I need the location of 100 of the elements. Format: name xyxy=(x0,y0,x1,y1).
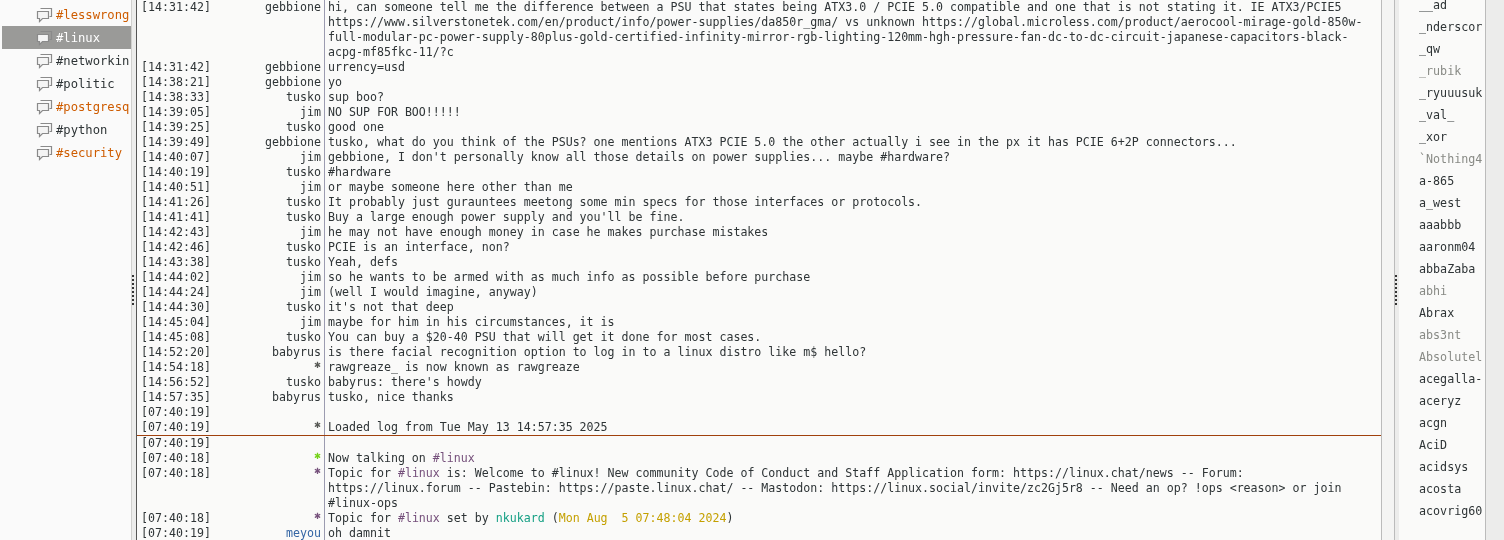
user-name[interactable]: __ad xyxy=(1399,0,1485,17)
nickname: jim xyxy=(300,285,321,299)
timestamp: [14:38:21] xyxy=(141,75,211,89)
timestamp: [14:44:02] xyxy=(141,270,211,284)
chat-bubbles-icon xyxy=(36,52,53,69)
message-text: Topic for #linux set by nkukard (Mon Aug 5 07:48:04 2024) xyxy=(328,511,734,525)
timestamp: [14:54:18] xyxy=(141,360,211,374)
user-name[interactable]: _val_ xyxy=(1399,104,1485,127)
user-name[interactable]: a-865 xyxy=(1399,170,1485,193)
nickname: gebbione xyxy=(265,75,321,89)
message-text: You can buy a $20-40 PSU that will get it done for most cases. xyxy=(328,330,762,344)
channel-name[interactable]: #postgresq xyxy=(56,99,130,114)
nickname: * xyxy=(314,420,321,434)
user-name[interactable]: acovrig60 xyxy=(1399,500,1485,523)
timestamp: [14:39:49] xyxy=(141,135,211,149)
timestamp: [14:42:43] xyxy=(141,225,211,239)
timestamp: [14:39:25] xyxy=(141,120,211,134)
chat-bubbles-icon xyxy=(36,121,53,138)
timestamp: [14:31:42] xyxy=(141,60,211,74)
timestamp: [07:40:18] xyxy=(141,451,211,465)
message-text: Buy a large enough power supply and you'll be fine. xyxy=(328,210,685,224)
user-name[interactable]: acegalla- xyxy=(1399,368,1485,391)
message-text: it's not that deep xyxy=(328,300,454,314)
user-name[interactable]: _ryuuusuk xyxy=(1399,82,1485,105)
nickname: * xyxy=(314,451,321,465)
channel-name[interactable]: #python xyxy=(56,122,108,137)
nickname: gebbione xyxy=(265,135,321,149)
user-name[interactable]: _qw xyxy=(1399,38,1485,61)
timestamp: [07:40:19] xyxy=(141,526,211,540)
nickname: gebbione xyxy=(265,60,321,74)
nickname: * xyxy=(314,466,321,480)
timestamp: [14:31:42] xyxy=(141,0,211,14)
message-text: #hardware xyxy=(328,165,391,179)
nickname: meyou xyxy=(286,526,321,540)
timestamp: [14:41:26] xyxy=(141,195,211,209)
message-text: Loaded log from Tue May 13 14:57:35 2025 xyxy=(328,420,608,434)
nickname: jim xyxy=(300,315,321,329)
message-text: It probably just gurauntees meetong some min specs for those interfaces or protocols. xyxy=(328,195,923,209)
user-name[interactable]: abs3nt xyxy=(1399,324,1485,347)
nickname: jim xyxy=(300,225,321,239)
user-name[interactable]: aaabbb xyxy=(1399,214,1485,237)
timestamp: [07:40:19] xyxy=(141,436,211,450)
user-name[interactable]: a_west xyxy=(1399,192,1485,215)
user-name[interactable]: AciD xyxy=(1399,434,1485,457)
user-name[interactable]: acgn xyxy=(1399,412,1485,435)
user-name[interactable]: aceryz xyxy=(1399,390,1485,413)
user-name[interactable]: Abrax xyxy=(1399,302,1485,325)
user-name[interactable]: abhi xyxy=(1399,280,1485,303)
timestamp: [14:42:46] xyxy=(141,240,211,254)
channel-name[interactable]: #security xyxy=(56,145,123,160)
message-text: tusko, what do you think of the PSUs? one mentions ATX3 PCIE 5.0 the other actually i see in the px it has PCIE 6+2P connectors... xyxy=(328,135,1237,149)
user-name[interactable]: acidsys xyxy=(1399,456,1485,479)
scrollbar[interactable] xyxy=(1382,0,1395,540)
nickname: babyrus xyxy=(272,390,321,404)
nickname: * xyxy=(314,511,321,525)
message-text: Now talking on #linux xyxy=(328,451,475,465)
timestamp: [07:40:19] xyxy=(141,420,211,434)
nickname: tusko xyxy=(286,210,321,224)
timestamp: [14:57:35] xyxy=(141,390,211,404)
chat-bubbles-icon xyxy=(36,75,53,92)
nickname: tusko xyxy=(286,165,321,179)
channel-name[interactable]: #politic xyxy=(56,76,115,91)
timestamp: [14:39:05] xyxy=(141,105,211,119)
chat-bubbles-icon xyxy=(36,6,53,23)
message-text: gebbione, I don't personally know all those details on power supplies... maybe #hardware? xyxy=(328,150,951,164)
timestamp: [07:40:18] xyxy=(141,511,211,525)
nickname: jim xyxy=(300,180,321,194)
message-text: maybe for him in his circumstances, it is xyxy=(328,315,615,329)
nickname: jim xyxy=(300,150,321,164)
nickname: tusko xyxy=(286,300,321,314)
user-name[interactable]: _nderscor xyxy=(1399,16,1485,39)
nickname: jim xyxy=(300,270,321,284)
message-text: (well I would imagine, anyway) xyxy=(328,285,538,299)
timestamp: [14:52:20] xyxy=(141,345,211,359)
user-name[interactable]: _xor xyxy=(1399,126,1485,149)
timestamp: [14:40:51] xyxy=(141,180,211,194)
timestamp: [14:40:19] xyxy=(141,165,211,179)
timestamp: [14:44:30] xyxy=(141,300,211,314)
user-name[interactable]: _rubik xyxy=(1399,60,1485,83)
message-text: tusko, nice thanks xyxy=(328,390,454,404)
nickname: tusko xyxy=(286,90,321,104)
user-name[interactable]: Absolutel xyxy=(1399,346,1485,369)
chat-bubbles-icon xyxy=(36,98,53,115)
nickname: tusko xyxy=(286,375,321,389)
message-text: is there facial recognition option to log in to a linux distro like m$ hello? xyxy=(328,345,867,359)
nickname: * xyxy=(314,360,321,374)
message-text: he may not have enough money in case he makes purchase mistakes xyxy=(328,225,769,239)
user-name[interactable]: abbaZaba xyxy=(1399,258,1485,281)
chat-bubbles-icon xyxy=(36,144,53,161)
channel-name[interactable]: #networkin xyxy=(56,53,130,68)
nickname: tusko xyxy=(286,120,321,134)
message-text: so he wants to be armed with as much info as possible before purchase xyxy=(328,270,811,284)
message-text: yo xyxy=(328,75,342,89)
user-name[interactable]: aaronm04 xyxy=(1399,236,1485,259)
timestamp: [14:45:08] xyxy=(141,330,211,344)
user-name[interactable]: acosta xyxy=(1399,478,1485,501)
nickname: tusko xyxy=(286,330,321,344)
channel-name[interactable]: #lesswrong xyxy=(56,7,130,22)
message-text: good one xyxy=(328,120,384,134)
message-text: sup boo? xyxy=(328,90,384,104)
